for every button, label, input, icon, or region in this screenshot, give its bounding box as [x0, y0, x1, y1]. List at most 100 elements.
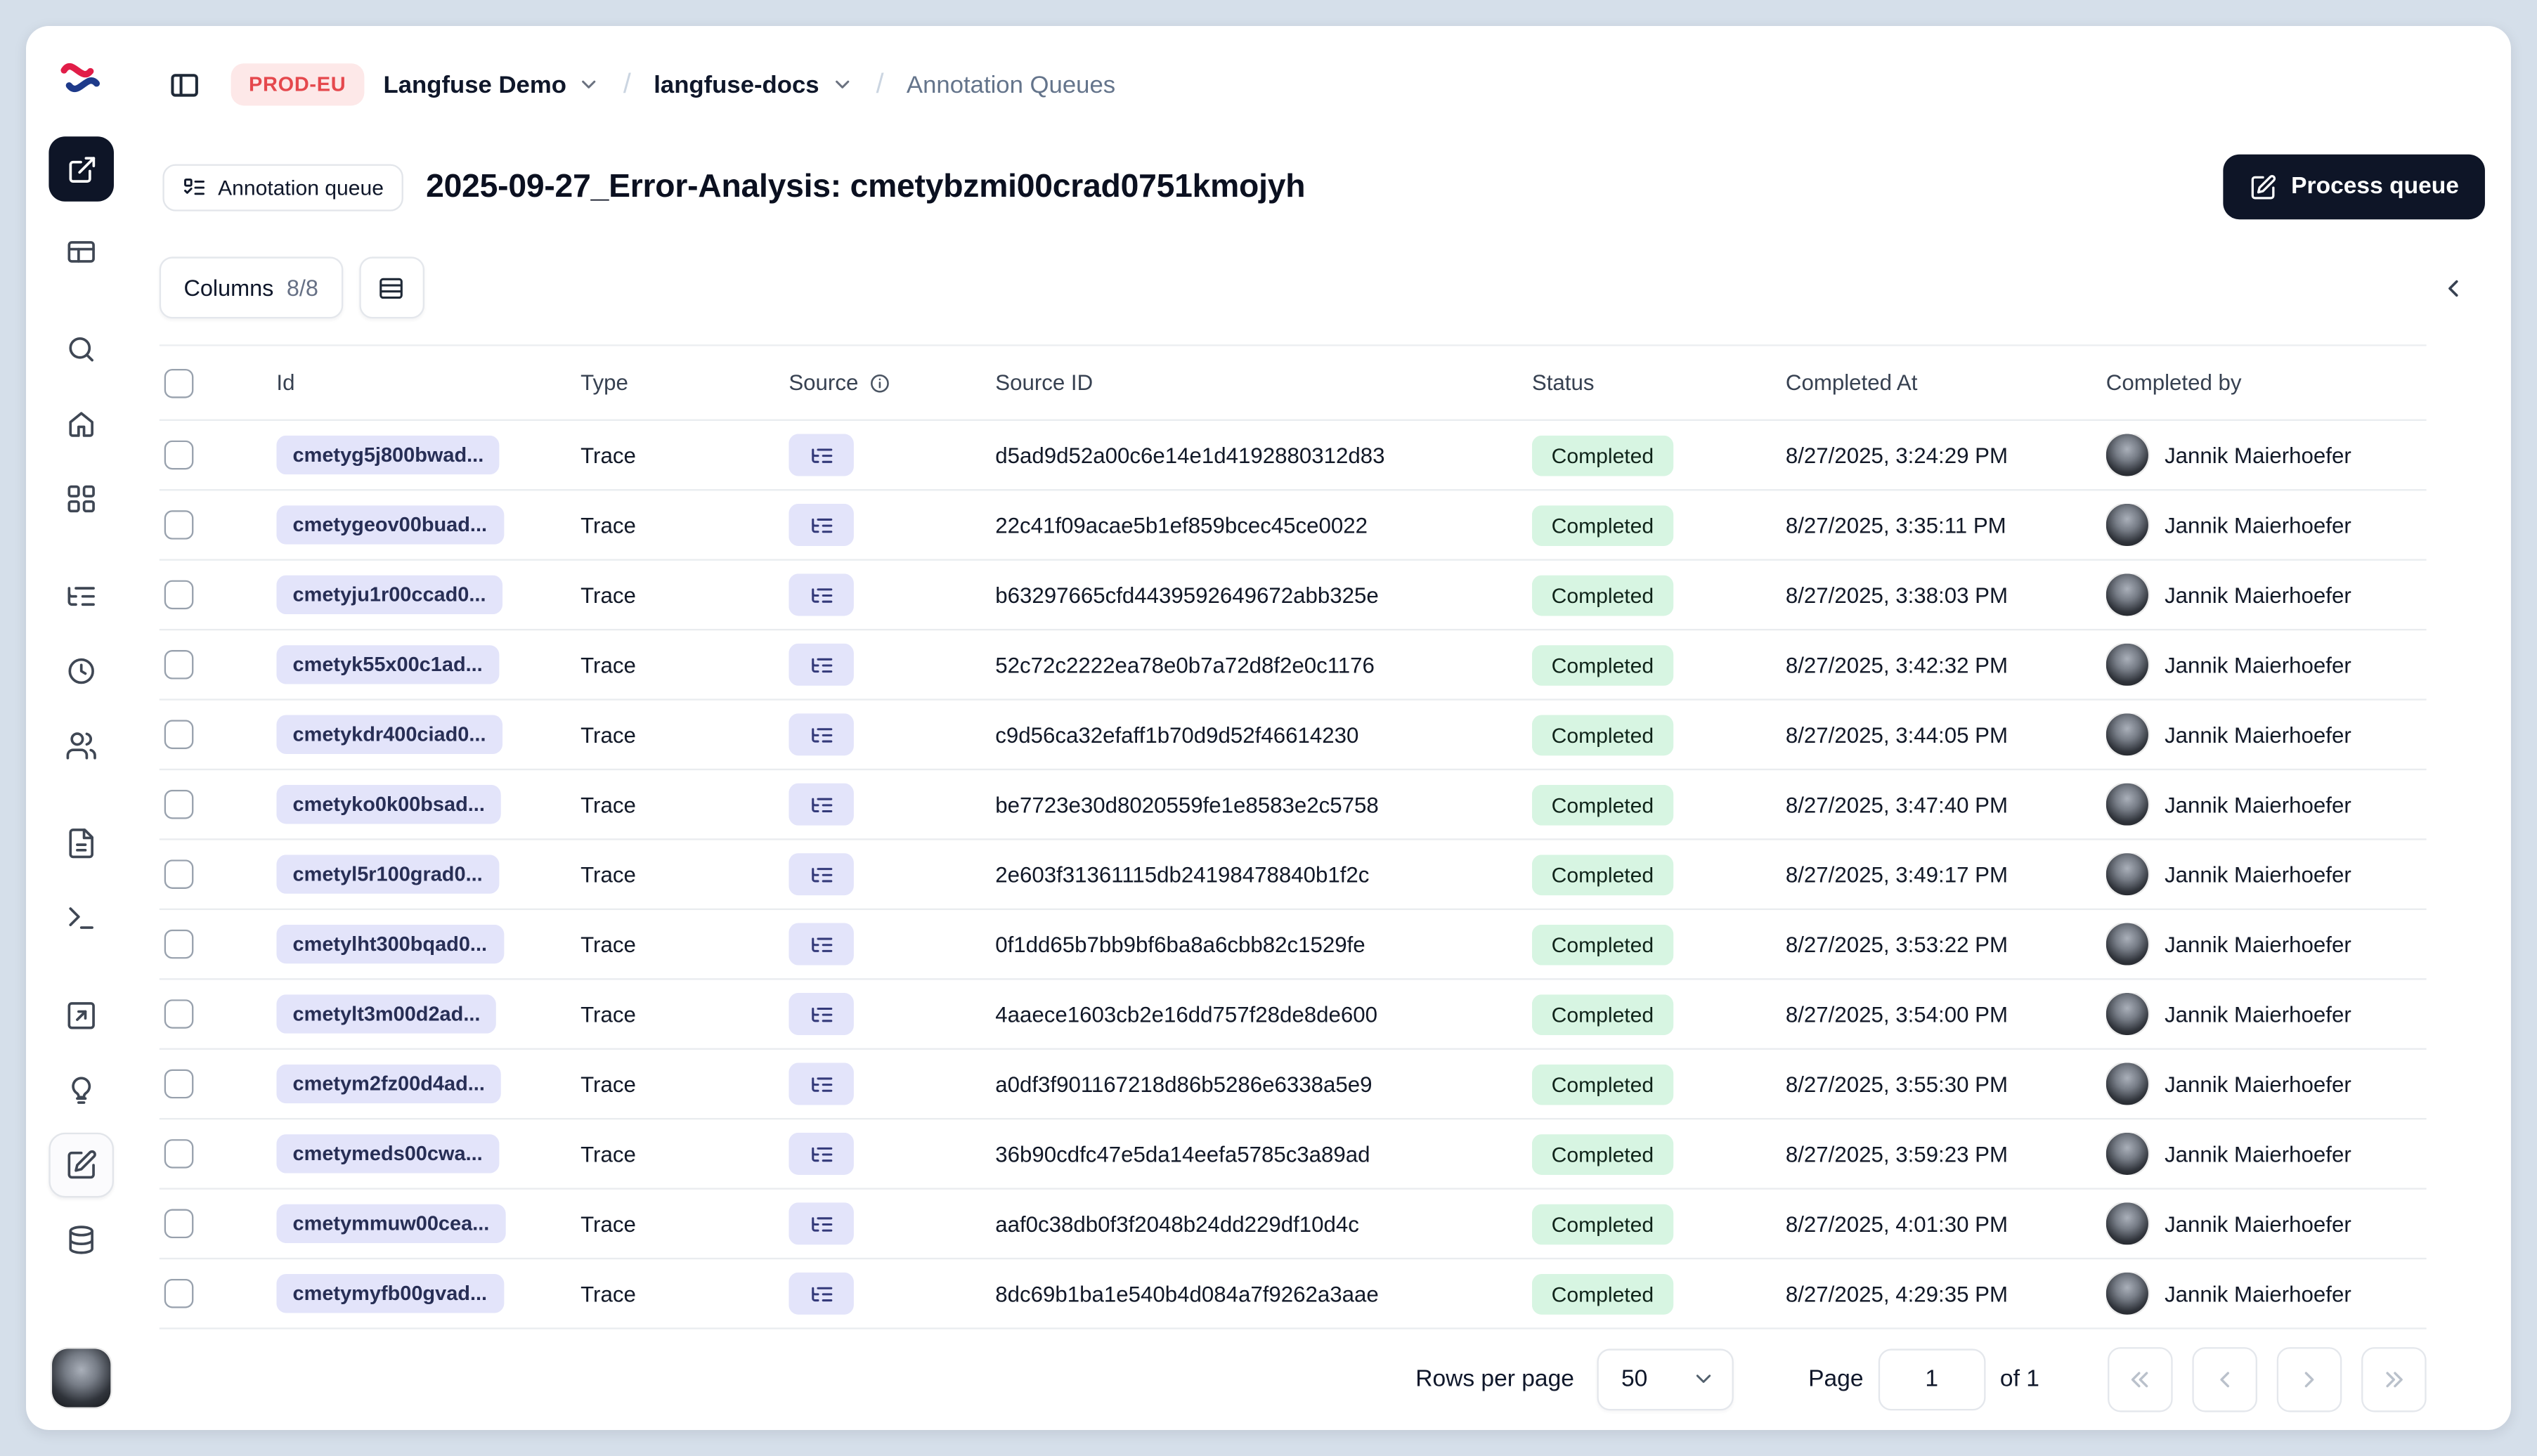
trace-id-badge[interactable]: cmetym2fz00d4ad...	[276, 1064, 501, 1104]
trace-id-badge[interactable]: cmetyl5r100grad0...	[276, 854, 499, 894]
source-trace-button[interactable]	[789, 713, 854, 756]
column-header-status[interactable]: Status	[1532, 370, 1786, 395]
table-row[interactable]: cmetyko0k00bsad... Trace be7723e30d80205…	[159, 770, 2427, 840]
source-trace-button[interactable]	[789, 923, 854, 966]
last-page-button[interactable]	[2361, 1346, 2427, 1412]
sidebar-item-evaluation[interactable]	[48, 983, 114, 1048]
row-checkbox[interactable]	[164, 859, 194, 889]
sidebar-item-tracing[interactable]	[48, 564, 114, 629]
previous-page-button[interactable]	[2192, 1346, 2257, 1412]
sidebar-item-dashboards[interactable]	[48, 467, 114, 532]
row-type: Trace	[580, 1072, 636, 1096]
column-header-source[interactable]: Source	[789, 370, 995, 395]
users-icon	[66, 732, 96, 760]
trace-id-badge[interactable]: cmetymmuw00cea...	[276, 1204, 506, 1244]
table-row[interactable]: cmetyju1r00ccad0... Trace b63297665cfd44…	[159, 561, 2427, 631]
breadcrumb-project[interactable]: langfuse-docs	[654, 71, 853, 98]
row-checkbox[interactable]	[164, 1139, 194, 1169]
sidebar	[26, 26, 136, 1430]
table-row[interactable]: cmetylt3m00d2ad... Trace 4aaece1603cb2e1…	[159, 980, 2427, 1050]
trace-id-badge[interactable]: cmetymeds00cwa...	[276, 1134, 499, 1174]
trace-id-badge[interactable]: cmetyk55x00c1ad...	[276, 645, 499, 684]
user-avatar[interactable]	[52, 1348, 111, 1408]
breadcrumb-section[interactable]: Annotation Queues	[907, 71, 1115, 98]
table-row[interactable]: cmetymmuw00cea... Trace aaf0c38db0f3f204…	[159, 1190, 2427, 1260]
sidebar-item-annotation[interactable]	[48, 1132, 114, 1198]
source-trace-button[interactable]	[789, 1202, 854, 1245]
collapse-panel-button[interactable]	[2429, 265, 2475, 311]
trace-id-badge[interactable]: cmetymyfb00gvad...	[276, 1274, 504, 1313]
trace-id-badge[interactable]: cmetyju1r00ccad0...	[276, 575, 502, 615]
row-checkbox[interactable]	[164, 510, 194, 540]
source-trace-button[interactable]	[789, 503, 854, 546]
breadcrumb-org[interactable]: Langfuse Demo	[384, 71, 601, 98]
source-trace-button[interactable]	[789, 1272, 854, 1315]
source-trace-button[interactable]	[789, 1062, 854, 1105]
table-row[interactable]: cmetymyfb00gvad... Trace 8dc69b1ba1e540b…	[159, 1259, 2427, 1330]
trace-id-badge[interactable]: cmetyg5j800bwad...	[276, 435, 500, 475]
row-checkbox[interactable]	[164, 1278, 194, 1308]
row-height-button[interactable]	[358, 256, 424, 319]
table-row[interactable]: cmetyk55x00c1ad... Trace 52c72c2222ea78e…	[159, 630, 2427, 701]
sidebar-item-open-external[interactable]	[48, 136, 114, 202]
next-page-button[interactable]	[2276, 1346, 2342, 1412]
source-trace-button[interactable]	[789, 853, 854, 896]
sidebar-item-insights[interactable]	[48, 1058, 114, 1123]
sidebar-item-search[interactable]	[48, 317, 114, 382]
sidebar-item-playground[interactable]	[48, 885, 114, 951]
source-trace-button[interactable]	[789, 783, 854, 826]
row-checkbox[interactable]	[164, 999, 194, 1029]
column-header-type[interactable]: Type	[580, 370, 789, 395]
rows-per-page-select[interactable]: 50	[1597, 1348, 1734, 1410]
row-type: Trace	[580, 583, 636, 607]
trace-id-badge[interactable]: cmetygeov00buad...	[276, 505, 504, 545]
trace-id-badge[interactable]: cmetylht300bqad0...	[276, 924, 504, 964]
source-trace-button[interactable]	[789, 1132, 854, 1175]
row-checkbox[interactable]	[164, 580, 194, 610]
process-queue-button[interactable]: Process queue	[2222, 154, 2485, 220]
columns-button[interactable]: Columns 8/8	[159, 256, 343, 319]
completed-by-avatar	[2105, 1062, 2148, 1105]
sidebar-toggle-button[interactable]	[156, 57, 212, 112]
row-checkbox[interactable]	[164, 650, 194, 680]
sidebar-item-home[interactable]	[48, 391, 114, 457]
source-id: 2e603f31361115db24198478840b1f2c	[995, 862, 1370, 887]
source-trace-button[interactable]	[789, 643, 854, 686]
table-row[interactable]: cmetym2fz00d4ad... Trace a0df3f901167218…	[159, 1050, 2427, 1120]
sidebar-item-datasets[interactable]	[48, 1207, 114, 1273]
table-row[interactable]: cmetykdr400ciad0... Trace c9d56ca32efaff…	[159, 701, 2427, 771]
table-row[interactable]: cmetyl5r100grad0... Trace 2e603f31361115…	[159, 840, 2427, 910]
row-checkbox[interactable]	[164, 929, 194, 959]
layout-grid-icon	[67, 485, 95, 513]
row-checkbox[interactable]	[164, 789, 194, 819]
source-trace-button[interactable]	[789, 573, 854, 616]
row-checkbox[interactable]	[164, 440, 194, 470]
sidebar-item-tables[interactable]	[48, 219, 114, 285]
sidebar-item-users[interactable]	[48, 713, 114, 779]
table-row[interactable]: cmetylht300bqad0... Trace 0f1dd65b7bb9bf…	[159, 910, 2427, 980]
column-header-source-id[interactable]: Source ID	[995, 370, 1532, 395]
row-checkbox[interactable]	[164, 1069, 194, 1099]
column-header-completed-at[interactable]: Completed At	[1786, 370, 2106, 395]
first-page-button[interactable]	[2108, 1346, 2173, 1412]
annotation-queue-badge: Annotation queue	[162, 163, 403, 211]
trace-id-badge[interactable]: cmetyko0k00bsad...	[276, 784, 502, 824]
sidebar-item-sessions[interactable]	[48, 639, 114, 704]
table-row[interactable]: cmetyg5j800bwad... Trace d5ad9d52a00c6e1…	[159, 421, 2427, 491]
row-checkbox[interactable]	[164, 1209, 194, 1239]
table-row[interactable]: cmetymeds00cwa... Trace 36b90cdfc47e5da1…	[159, 1119, 2427, 1190]
page-number-input[interactable]	[1878, 1348, 1986, 1410]
column-header-completed-by[interactable]: Completed by	[2106, 370, 2427, 395]
table-body: cmetyg5j800bwad... Trace d5ad9d52a00c6e1…	[159, 421, 2427, 1330]
select-all-checkbox[interactable]	[164, 368, 194, 398]
table-row[interactable]: cmetygeov00buad... Trace 22c41f09acae5b1…	[159, 490, 2427, 561]
list-tree-icon	[67, 587, 95, 606]
trace-id-badge[interactable]: cmetylt3m00d2ad...	[276, 994, 497, 1034]
column-header-id[interactable]: Id	[276, 370, 580, 395]
source-trace-button[interactable]	[789, 434, 854, 476]
trace-id-badge[interactable]: cmetykdr400ciad0...	[276, 715, 502, 754]
row-checkbox[interactable]	[164, 720, 194, 750]
sidebar-item-prompts[interactable]	[48, 811, 114, 876]
source-trace-button[interactable]	[789, 992, 854, 1036]
row-type: Trace	[580, 1211, 636, 1236]
